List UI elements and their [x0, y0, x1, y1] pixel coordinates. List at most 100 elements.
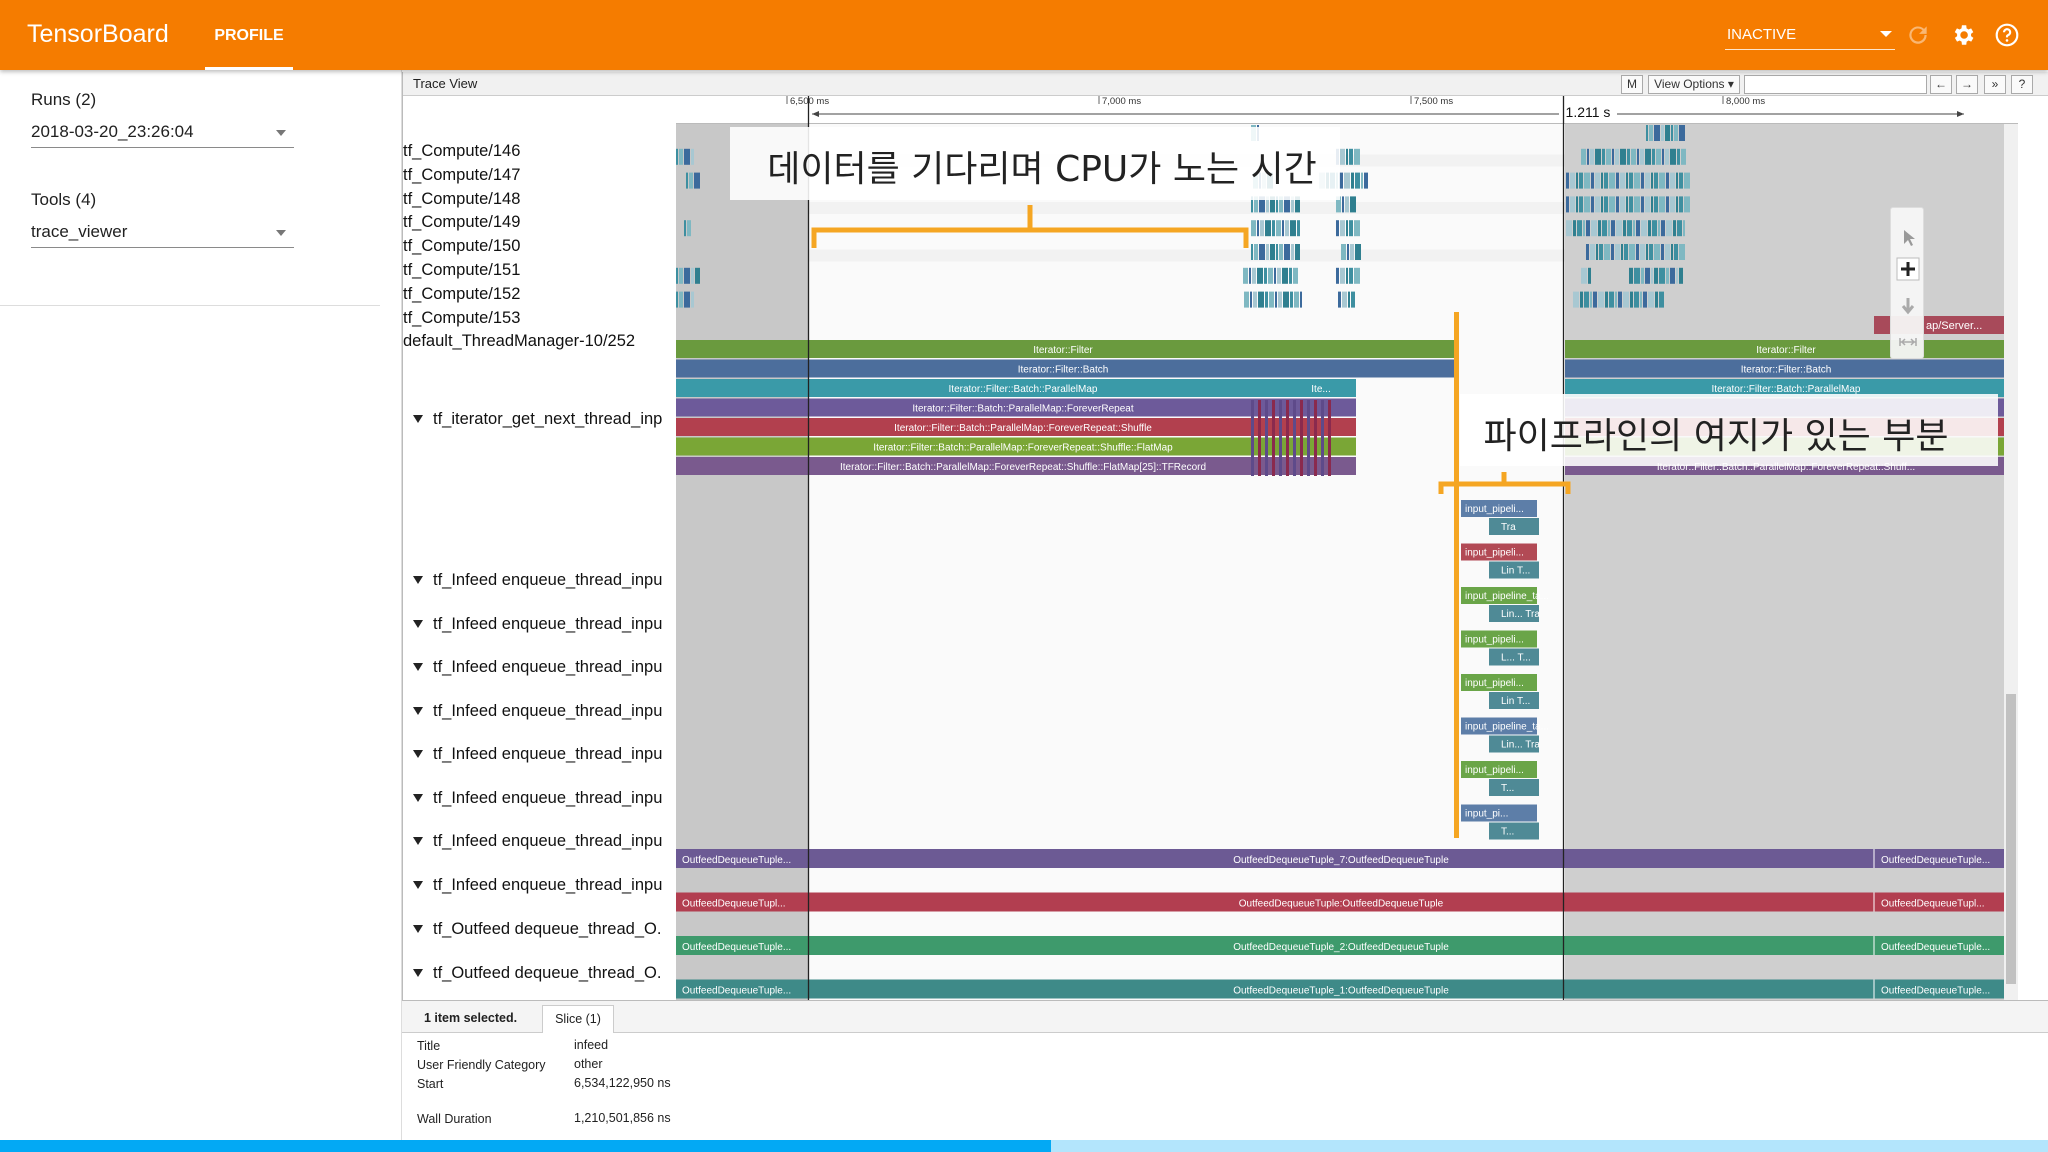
plugin-status-select[interactable]: INACTIVE [1725, 24, 1895, 50]
thread-name-label: tf_Compute/148 [403, 189, 521, 208]
cpu-slice [1262, 172, 1266, 189]
cpu-slice [1583, 220, 1585, 237]
expand-triangle-icon[interactable] [413, 663, 423, 671]
expand-triangle-icon[interactable] [413, 968, 423, 977]
thread-name[interactable]: tf_iterator_get_next_thread_inp [413, 410, 662, 429]
cursor-icon[interactable] [1904, 230, 1915, 246]
timing-mode-icon[interactable] [1899, 338, 1917, 346]
thread-name[interactable]: tf_Infeed enqueue_thread_inpu [413, 745, 662, 764]
infeed-slice-label: input_pipeli... [1465, 548, 1524, 559]
expand-triangle-icon[interactable] [413, 415, 423, 423]
cpu-slice [1634, 172, 1640, 189]
time-ruler[interactable]: 6,500 ms 7,000 ms 7,500 ms 8,000 ms 1.21… [676, 96, 2018, 124]
cpu-slice [1674, 244, 1678, 260]
cpu-slice [1684, 196, 1690, 213]
refresh-icon[interactable] [1905, 22, 1931, 48]
thread-name[interactable]: tf_Infeed enqueue_thread_inpu [413, 658, 662, 677]
cpu-slice [1330, 172, 1335, 189]
infeed-slice-label: L... T... [1501, 653, 1531, 664]
cpu-slice [1345, 196, 1349, 213]
infeed-slice-label: Lin T... [1501, 696, 1530, 707]
expand-button[interactable]: » [1984, 75, 2006, 94]
cpu-slice [1662, 148, 1664, 165]
thread-name[interactable]: tf_Infeed enqueue_thread_inpu [413, 615, 662, 634]
selection-summary-tab[interactable]: 1 item selected. [424, 1011, 517, 1025]
cpu-slice [1629, 244, 1635, 260]
thread-name[interactable]: tf_Outfeed dequeue_thread_O. [413, 920, 661, 939]
cpu-slice [1276, 220, 1281, 237]
thread-name[interactable]: tf_Infeed enqueue_thread_inpu [413, 832, 662, 851]
video-progress-bar[interactable] [0, 1140, 2048, 1152]
next-button[interactable]: → [1956, 75, 1978, 94]
cpu-slice [1361, 172, 1363, 189]
cpu-slice [1581, 148, 1586, 165]
cpu-slice [1612, 148, 1614, 165]
expand-triangle-icon[interactable] [413, 706, 423, 715]
expand-triangle-icon[interactable] [413, 925, 423, 933]
tools-select[interactable]: trace_viewer [31, 218, 294, 248]
cpu-slice [1576, 196, 1578, 213]
cpu-slice [1646, 125, 1648, 141]
trace-lanes[interactable]: ap/Server... Iterator::Filter Iterator::Fi… [676, 124, 2018, 1000]
cpu-slice [1269, 291, 1274, 308]
outfeed-slice-label: OutfeedDequeueTupl... [1881, 899, 1985, 910]
thread-name[interactable]: tf_Infeed enqueue_thread_inpu [413, 876, 662, 895]
infeed-slice-group: input_pipeline_ta... Lin... Tra [1461, 587, 1549, 622]
cpu-slice [1268, 267, 1273, 284]
expand-triangle-icon[interactable] [413, 793, 423, 802]
thread-row-bg [809, 202, 1565, 214]
thread-name[interactable]: tf_Infeed enqueue_thread_inpu [413, 702, 662, 721]
tab-profile[interactable]: PROFILE [205, 0, 293, 70]
trace-search-input[interactable] [1744, 75, 1927, 94]
cpu-slice [1350, 196, 1356, 213]
infeed-slice-group: input_pipeli... Tra [1461, 500, 1539, 535]
cpu-slice [1349, 148, 1353, 165]
infeed-slice-group: input_pipeline_ta... Lin... Tra [1461, 717, 1549, 753]
thread-name[interactable]: tf_Infeed enqueue_thread_inpu [413, 789, 662, 808]
iterator-burst [1300, 400, 1303, 476]
thread-row-bg [809, 225, 1565, 238]
iterator-burst [1328, 400, 1331, 476]
thread-name: tf_Compute/148 [403, 190, 520, 209]
runs-select[interactable]: 2018-03-20_23:26:04 [31, 118, 294, 148]
prev-button[interactable]: ← [1930, 75, 1952, 94]
ruler-tick-label: 8,000 ms [1726, 96, 1765, 107]
cpu-slice [1354, 148, 1360, 165]
cpu-slice [1654, 172, 1658, 189]
thread-name[interactable]: tf_Infeed enqueue_thread_inpu [413, 571, 662, 590]
cpu-slice [1264, 267, 1267, 284]
slice-tab[interactable]: Slice (1) [542, 1005, 614, 1033]
cpu-slice [1611, 244, 1614, 260]
thread-name[interactable]: tf_Outfeed dequeue_thread_O. [413, 964, 661, 983]
cpu-slice [1278, 291, 1282, 308]
gear-icon[interactable] [1950, 22, 1976, 48]
thread-name: tf_Compute/149 [403, 213, 520, 232]
cpu-slice [1659, 291, 1664, 308]
cpu-slice [1641, 220, 1647, 237]
cpu-slice [1677, 148, 1680, 165]
cpu-slice [1254, 196, 1258, 213]
cpu-slice [1355, 172, 1360, 189]
expand-triangle-icon[interactable] [413, 619, 423, 628]
cpu-slice [1253, 291, 1257, 308]
expand-triangle-icon[interactable] [413, 837, 423, 845]
cpu-slice [1615, 148, 1619, 165]
thread-name-label: default_ThreadManager-10/252 [403, 332, 636, 351]
cpu-slice [1676, 196, 1678, 213]
cpu-slice [1601, 196, 1603, 213]
cpu-slice [1608, 220, 1610, 237]
pan-down-icon[interactable] [1901, 298, 1915, 315]
thread-name-label: tf_Compute/152 [403, 284, 521, 303]
view-options-button[interactable]: View Options ▾ [1648, 75, 1740, 94]
expand-triangle-icon[interactable] [413, 750, 423, 758]
iterator-slice-right [1565, 398, 2007, 417]
metadata-button[interactable]: M [1621, 75, 1643, 94]
help-icon[interactable] [1994, 22, 2020, 48]
expand-triangle-icon[interactable] [413, 576, 423, 584]
cpu-slice [1629, 196, 1633, 213]
expand-triangle-icon[interactable] [413, 880, 423, 889]
cpu-slice [1671, 125, 1673, 141]
help-button[interactable]: ? [2011, 75, 2033, 94]
cpu-slice [1591, 172, 1594, 189]
cpu-slice [1244, 291, 1249, 308]
